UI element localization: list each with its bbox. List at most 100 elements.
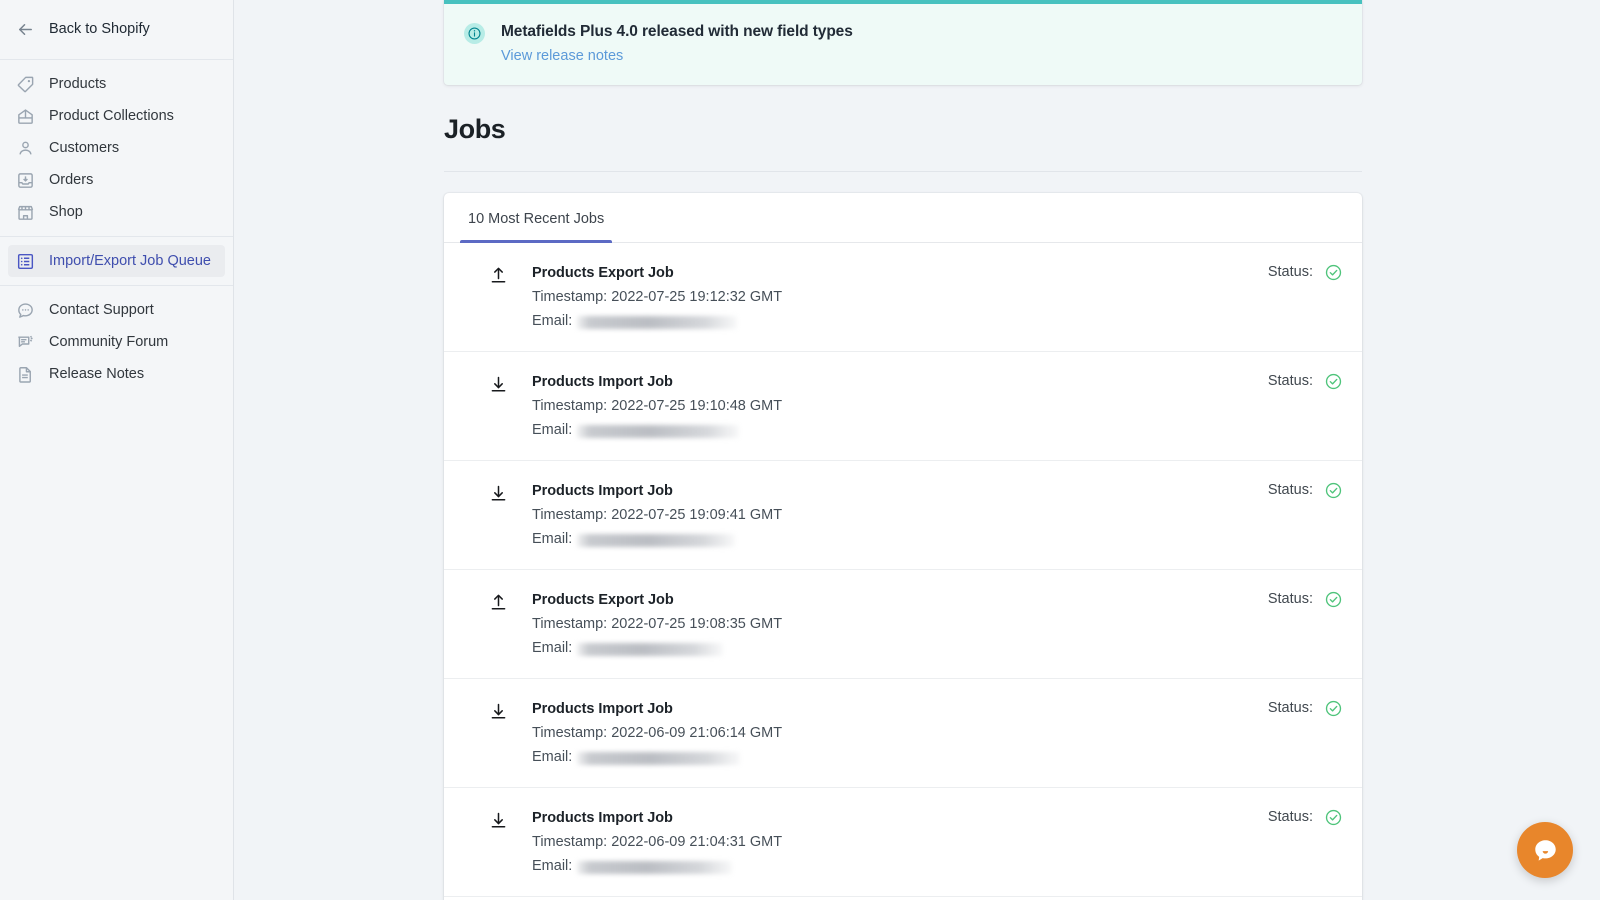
chat-launcher-icon (1532, 837, 1559, 864)
info-circle-icon (464, 23, 485, 44)
job-email-label: Email: (532, 747, 572, 768)
job-details: Products Export JobTimestamp: 2022-07-25… (532, 590, 1252, 659)
sidebar-item-contact-support[interactable]: Contact Support (8, 294, 225, 326)
status-badge: Status: (1268, 590, 1342, 608)
sidebar-item-label: Shop (49, 205, 83, 220)
store-icon (15, 202, 35, 222)
table-row[interactable]: Products Export JobTimestamp: 2022-07-25… (444, 570, 1362, 679)
content-column: Metafields Plus 4.0 released with new fi… (444, 0, 1362, 900)
banner-text-block: Metafields Plus 4.0 released with new fi… (501, 21, 853, 65)
sidebar-item-label: Import/Export Job Queue (49, 254, 211, 269)
chat-launcher-button[interactable] (1517, 822, 1573, 878)
job-title: Products Import Job (532, 699, 1252, 720)
sidebar-group-help: Contact Support Community Forum Release … (0, 286, 233, 398)
upload-arrow-icon (486, 593, 510, 612)
sidebar-item-label: Product Collections (49, 109, 174, 124)
job-email-redacted-value (577, 643, 723, 656)
chat-bubble-icon (15, 300, 35, 320)
job-timestamp: Timestamp: 2022-07-25 19:08:35 GMT (532, 614, 1252, 635)
job-email: Email: (532, 311, 1252, 332)
status-label: Status: (1268, 482, 1313, 498)
upload-arrow-icon (486, 266, 510, 285)
check-circle-icon (1325, 700, 1342, 717)
status-badge: Status: (1268, 263, 1342, 281)
job-email-label: Email: (532, 856, 572, 877)
sidebar-item-shop[interactable]: Shop (8, 196, 225, 228)
status-badge: Status: (1268, 481, 1342, 499)
check-circle-icon (1325, 264, 1342, 281)
job-email: Email: (532, 529, 1252, 550)
job-title: Products Import Job (532, 481, 1252, 502)
job-details: Products Import Job Timestamp: 2022-07-25… (532, 481, 1252, 550)
sidebar-item-customers[interactable]: Customers (8, 132, 225, 164)
download-arrow-icon (486, 811, 510, 830)
job-email: Email: (532, 420, 1252, 441)
sidebar-spacer (0, 398, 233, 900)
tab-10-most-recent-jobs[interactable]: 10 Most Recent Jobs (460, 193, 612, 242)
table-row[interactable]: Products Export JobTimestamp: 2022-07-25… (444, 243, 1362, 352)
status-label: Status: (1268, 373, 1313, 389)
job-email-label: Email: (532, 638, 572, 659)
check-circle-icon (1325, 809, 1342, 826)
job-email-label: Email: (532, 529, 572, 550)
job-email: Email: (532, 747, 1252, 768)
sidebar-item-label: Orders (49, 173, 93, 188)
sidebar-item-product-collections[interactable]: Product Collections (8, 100, 225, 132)
sidebar-item-community-forum[interactable]: Community Forum (8, 326, 225, 358)
download-arrow-icon (486, 484, 510, 503)
status-label: Status: (1268, 591, 1313, 607)
sidebar-item-label: Contact Support (49, 303, 154, 318)
sidebar-group-queue: Import/Export Job Queue (0, 237, 233, 285)
job-email: Email: (532, 856, 1252, 877)
check-circle-icon (1325, 482, 1342, 499)
list-queue-icon (15, 251, 35, 271)
job-email-redacted-value (577, 425, 739, 438)
view-release-notes-link[interactable]: View release notes (501, 48, 623, 64)
sidebar-group-main: Products Product Collections Customers O… (0, 60, 233, 236)
table-row[interactable]: Products Import JobTimestamp: 2022-07-25… (444, 352, 1362, 461)
job-email-redacted-value (577, 534, 735, 547)
jobs-card: 10 Most Recent Jobs Products Export JobT… (444, 193, 1362, 900)
release-banner: Metafields Plus 4.0 released with new fi… (444, 0, 1362, 85)
sidebar: Back to Shopify Products Product Collect… (0, 0, 234, 900)
job-title: Products Import Job (532, 808, 1252, 829)
job-timestamp: Timestamp: 2022-07-25 19:09:41 GMT (532, 505, 1252, 526)
status-label: Status: (1268, 700, 1313, 716)
table-row[interactable]: Products Import Job Timestamp: 2022-07-25… (444, 461, 1362, 570)
job-email-redacted-value (577, 752, 740, 765)
job-details: Products Import Job Timestamp: 2022-06-09… (532, 699, 1252, 768)
sidebar-item-label: Release Notes (49, 367, 144, 382)
sidebar-item-label: Products (49, 77, 106, 92)
tag-icon (15, 74, 35, 94)
job-timestamp: Timestamp: 2022-06-09 21:04:31 GMT (532, 832, 1252, 853)
forum-icon (15, 332, 35, 352)
status-badge: Status: (1268, 699, 1342, 717)
sidebar-item-label: Community Forum (49, 335, 168, 350)
collection-icon (15, 106, 35, 126)
download-arrow-icon (486, 375, 510, 394)
page-title-divider (444, 171, 1362, 172)
status-label: Status: (1268, 809, 1313, 825)
customer-icon (15, 138, 35, 158)
job-details: Products Export JobTimestamp: 2022-07-25… (532, 263, 1252, 332)
sidebar-item-orders[interactable]: Orders (8, 164, 225, 196)
sidebar-item-back-to-shopify[interactable]: Back to Shopify (8, 13, 225, 45)
app-root: Back to Shopify Products Product Collect… (0, 0, 1600, 900)
main-area: Metafields Plus 4.0 released with new fi… (234, 0, 1600, 900)
job-email-label: Email: (532, 420, 572, 441)
job-details: Products Import Job Timestamp: 2022-06-09… (532, 808, 1252, 877)
job-timestamp: Timestamp: 2022-06-09 21:06:14 GMT (532, 723, 1252, 744)
table-row[interactable]: Products Import Job Timestamp: 2022-06-09… (444, 788, 1362, 897)
job-timestamp: Timestamp: 2022-07-25 19:10:48 GMT (532, 396, 1252, 417)
job-email-label: Email: (532, 311, 572, 332)
jobs-tablist: 10 Most Recent Jobs (444, 193, 1362, 243)
sidebar-item-release-notes[interactable]: Release Notes (8, 358, 225, 390)
status-label: Status: (1268, 264, 1313, 280)
job-email: Email: (532, 638, 1252, 659)
check-circle-icon (1325, 591, 1342, 608)
check-circle-icon (1325, 373, 1342, 390)
sidebar-item-import-export-job-queue[interactable]: Import/Export Job Queue (8, 245, 225, 277)
sidebar-item-products[interactable]: Products (8, 68, 225, 100)
table-row[interactable]: Products Import Job Timestamp: 2022-06-09… (444, 679, 1362, 788)
status-badge: Status: (1268, 808, 1342, 826)
